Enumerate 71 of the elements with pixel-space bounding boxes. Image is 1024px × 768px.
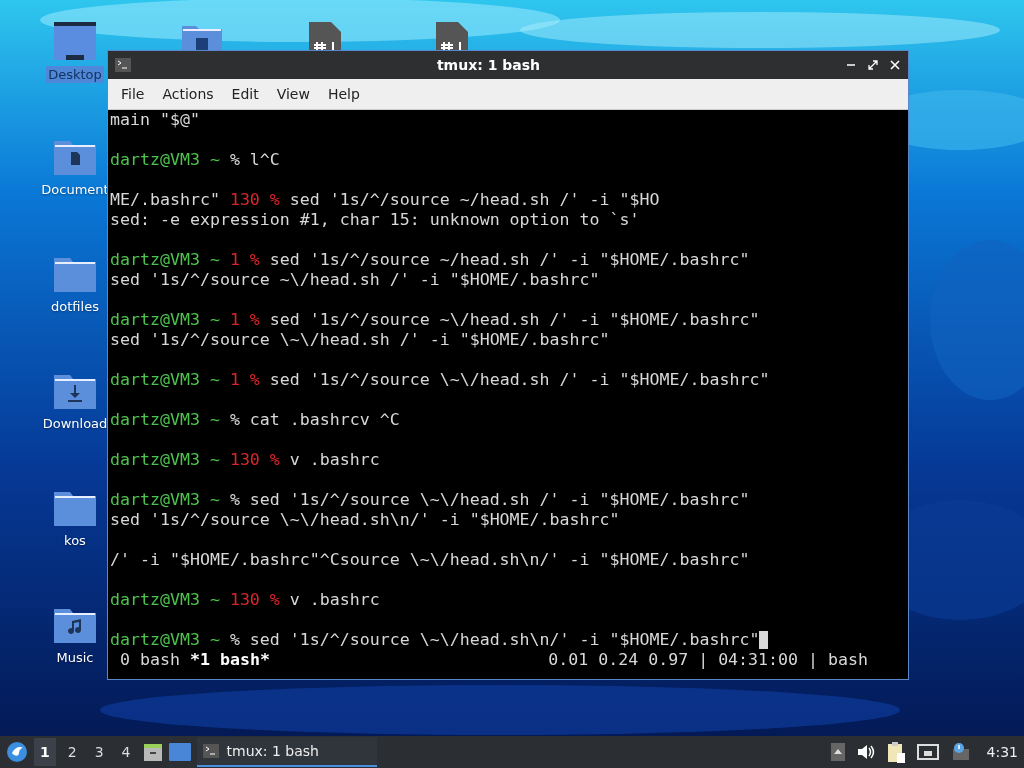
window-icon[interactable] — [168, 743, 191, 761]
terminal-text: % sed '1s/^/source \~\/head.sh /' -i "$HOME/.bashrc" — [229, 490, 750, 510]
icon-label[interactable]: Document — [39, 181, 111, 198]
terminal-text: ME/.bashrc" — [110, 190, 221, 210]
icon-label[interactable]: dotfiles — [49, 298, 101, 315]
terminal-text: sed '1s/^/source ~\/head.sh /' -i "$HOME/.bashrc" — [110, 270, 600, 290]
terminal-text: 1 % — [229, 370, 261, 390]
terminal-icon — [115, 58, 131, 72]
maximize-icon[interactable] — [868, 60, 878, 70]
terminal-text: sed '1s/^/source \~\/head.sh\n/' -i "$HOME/.bashrc" — [110, 510, 620, 530]
terminal-text: dartz@VM3 ~ — [110, 310, 221, 330]
clipboard-icon[interactable] — [886, 741, 905, 763]
terminal-text: v .bashrc — [289, 450, 380, 470]
terminal-text: 1 % — [229, 250, 261, 270]
folder-icon[interactable] — [54, 373, 96, 409]
window-title: tmux: 1 bash — [435, 57, 542, 73]
folder-icon[interactable] — [54, 139, 96, 175]
terminal-text: 130 % — [229, 450, 281, 470]
terminal-text: sed '1s/^/source ~/head.sh /' -i "$HOME/.bashrc" — [269, 250, 750, 270]
menu-item[interactable]: Actions — [153, 86, 223, 102]
terminal-text: sed '1s/^/source ~\/head.sh /' -i "$HOME/.bashrc" — [269, 310, 760, 330]
task-button[interactable]: tmux: 1 bash — [196, 737, 377, 767]
terminal-text: sed: -e expression #1, char 15: unknown option to `s' — [110, 210, 640, 230]
terminal-text: % sed '1s/^/source \~\/head.sh\n/' -i "$HOME/.bashrc" — [229, 630, 760, 650]
terminal-text: sed '1s/^/source \~\/head.sh /' -i "$HOME/.bashrc" — [110, 330, 610, 350]
tmux-window-tab[interactable]: *1 bash* — [189, 650, 270, 670]
terminal-text: sed '1s/^/source ~/head.sh /' -i "$HO — [289, 190, 660, 210]
tmux-status: 0.01 0.24 0.97 | 04:31:00 | bash — [548, 650, 868, 670]
terminal-text: dartz@VM3 ~ — [110, 490, 221, 510]
terminal-text: dartz@VM3 ~ — [110, 590, 221, 610]
terminal-text: dartz@VM3 ~ — [110, 370, 221, 390]
menu-icon[interactable] — [6, 741, 28, 763]
tmux-window-tab[interactable]: 0 bash — [120, 650, 180, 670]
terminal-icon — [202, 744, 219, 758]
workspace-button[interactable]: 3 — [88, 738, 110, 766]
menu-item[interactable]: Edit — [222, 86, 268, 102]
workspace-button[interactable]: 1 — [34, 738, 56, 766]
terminal-text: dartz@VM3 ~ — [110, 150, 221, 170]
terminal-text: /' -i "$HOME/.bashrc"^Csource \~\/head.sh\n/' -i "$HOME/.bashrc" — [110, 550, 750, 570]
terminal-text: sed '1s/^/source \~\/head.sh /' -i "$HOME/.bashrc" — [269, 370, 770, 390]
close-icon[interactable] — [890, 60, 900, 70]
terminal-text: 130 % — [229, 190, 281, 210]
volume-icon[interactable] — [856, 744, 875, 760]
file-icon[interactable] — [309, 22, 341, 50]
icon-label[interactable]: Download — [40, 415, 110, 432]
menu-item[interactable]: File — [112, 86, 154, 102]
terminal-text: dartz@VM3 ~ — [110, 410, 221, 430]
terminal-text: v .bashrc — [289, 590, 380, 610]
folder-icon[interactable] — [54, 490, 96, 526]
icon-label[interactable]: Desktop — [46, 66, 104, 83]
terminal-text: main "$@" — [110, 110, 200, 130]
network-icon[interactable] — [916, 743, 939, 761]
icon-label[interactable]: Music — [54, 649, 96, 666]
terminal-text: 1 % — [229, 310, 261, 330]
terminal-text: % cat .bashrcv ^C — [229, 410, 400, 430]
menu-item[interactable]: Help — [318, 86, 369, 102]
terminal-text: dartz@VM3 ~ — [110, 250, 221, 270]
menu-item[interactable]: View — [267, 86, 319, 102]
file-manager-icon[interactable] — [142, 742, 163, 762]
file-icon[interactable] — [436, 22, 468, 50]
workspace-button[interactable]: 2 — [61, 738, 83, 766]
notification-icon[interactable] — [950, 742, 971, 762]
clock[interactable]: 4:31 — [986, 744, 1018, 760]
folder-icon[interactable] — [54, 607, 96, 643]
icon-label[interactable]: kos — [62, 532, 88, 549]
desktop-icon[interactable] — [54, 22, 96, 60]
terminal-text: dartz@VM3 ~ — [110, 450, 221, 470]
terminal-text: dartz@VM3 ~ — [110, 630, 221, 650]
workspace-button[interactable]: 4 — [115, 738, 137, 766]
terminal-text: 130 % — [229, 590, 281, 610]
terminal-text: % l^C — [229, 150, 280, 170]
